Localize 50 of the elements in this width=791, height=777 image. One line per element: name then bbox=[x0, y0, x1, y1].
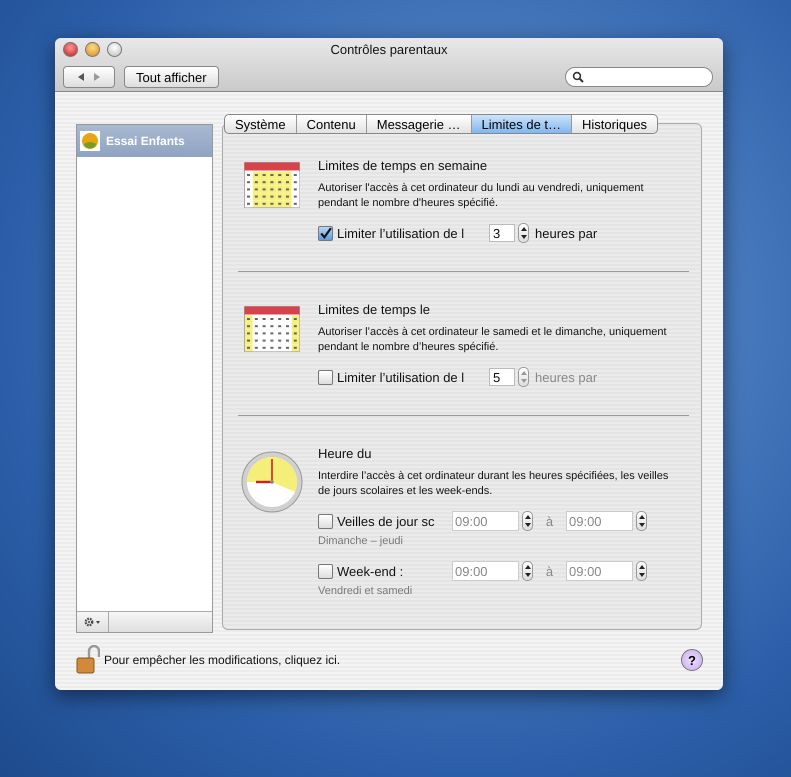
hours-unit-label: heures par bbox=[535, 226, 598, 240]
search-field[interactable] bbox=[565, 67, 713, 87]
back-forward-buttons[interactable] bbox=[63, 66, 115, 88]
hours-field[interactable]: 3 bbox=[489, 224, 515, 242]
time-field[interactable]: 09:00 bbox=[452, 511, 519, 531]
hours-unit-label: heures par bbox=[535, 370, 598, 384]
checkmark-icon bbox=[319, 226, 332, 240]
minimize-button[interactable] bbox=[85, 42, 100, 57]
stepper[interactable] bbox=[636, 511, 647, 531]
gear-icon bbox=[82, 616, 102, 628]
back-arrow-icon bbox=[76, 72, 86, 82]
schedule-checkbox[interactable]: Veilles de jour sc bbox=[318, 514, 452, 528]
stepper[interactable] bbox=[636, 561, 647, 581]
stepper[interactable] bbox=[522, 561, 533, 581]
stepper[interactable] bbox=[522, 511, 533, 531]
close-button[interactable] bbox=[63, 42, 78, 57]
time-field[interactable]: 09:00 bbox=[566, 561, 633, 581]
avatar-icon bbox=[80, 131, 100, 151]
time-field[interactable]: 09:00 bbox=[566, 511, 633, 531]
limit-checkbox[interactable]: Limiter l’utilisation de l bbox=[318, 226, 483, 240]
stepper[interactable] bbox=[518, 223, 529, 243]
padlock-icon bbox=[76, 645, 100, 675]
tab[interactable]: Contenu bbox=[296, 115, 367, 133]
window-title: Contrôles parentaux bbox=[330, 42, 448, 58]
lock-message[interactable]: Pour empêcher les modifications, cliquez ici. bbox=[104, 653, 340, 667]
section-title: Limites de temps en semaine bbox=[318, 158, 488, 173]
schedule-checkbox[interactable]: Week-end : bbox=[318, 564, 452, 578]
clock-icon bbox=[240, 450, 304, 514]
section-description: Autoriser l’accès à cet ordinateur le samedi et le dimanche, uniquement pendant le nombre d’heures spécifié. bbox=[318, 325, 668, 355]
range-separator: à bbox=[544, 514, 554, 528]
zoom-button[interactable] bbox=[107, 42, 122, 57]
search-icon bbox=[572, 71, 584, 83]
section-description: Autoriser l'accès à cet ordinateur du lundi au vendredi, uniquement pendant le nombre d'heures spécifié. bbox=[318, 181, 645, 211]
days-caption: Vendredi et samedi bbox=[318, 585, 414, 597]
section-title: Limites de temps le bbox=[318, 302, 431, 317]
calendar-icon bbox=[244, 162, 300, 208]
time-field[interactable]: 09:00 bbox=[452, 561, 519, 581]
limit-checkbox[interactable]: Limiter l’utilisation de l bbox=[318, 370, 483, 384]
tab[interactable]: Limites de t… bbox=[472, 115, 572, 133]
hours-field[interactable]: 5 bbox=[489, 368, 515, 386]
help-button[interactable]: ? bbox=[681, 649, 703, 671]
range-separator: à bbox=[544, 564, 554, 578]
days-caption: Dimanche – jeudi bbox=[318, 535, 404, 547]
section-description: Interdire l’accès à cet ordinateur durant les heures spécifiées, les veilles de jours scolaires et les week-ends. bbox=[318, 469, 670, 499]
section-title: Heure du bbox=[318, 446, 372, 461]
tab[interactable]: Historiques bbox=[572, 115, 658, 133]
show-all-button[interactable]: Tout afficher bbox=[124, 66, 219, 88]
forward-arrow-icon bbox=[92, 72, 102, 82]
calendar-icon bbox=[244, 306, 300, 352]
tab[interactable]: Système bbox=[225, 115, 297, 133]
